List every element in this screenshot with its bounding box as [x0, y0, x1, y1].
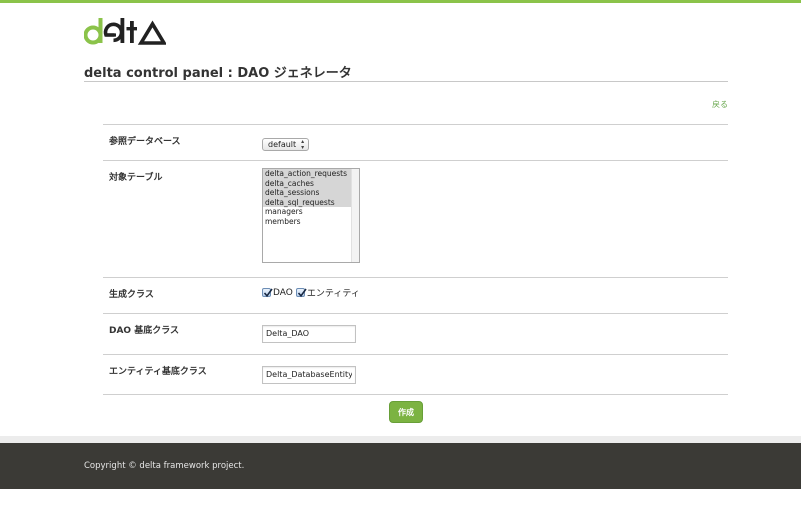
list-item[interactable]: delta_caches — [263, 178, 352, 189]
form-row-tables: 対象テーブル delta_action_requests delta_cache… — [103, 160, 728, 277]
tables-listbox[interactable]: delta_action_requests delta_caches delta… — [262, 168, 360, 263]
form-row-entity-base-class: エンティティ基底クラス — [103, 354, 728, 394]
checkmark-icon — [297, 288, 307, 298]
footer-separator — [0, 436, 801, 443]
list-item[interactable]: members — [263, 217, 352, 227]
dao-base-class-input[interactable] — [262, 324, 356, 343]
title-divider — [84, 81, 728, 82]
generate-classes-checkboxes: DAO エンティティ — [262, 286, 363, 299]
tables-field: delta_action_requests delta_caches delta… — [262, 168, 360, 263]
form-bottom-divider — [103, 394, 728, 395]
checkmark-icon — [263, 288, 273, 298]
entity-base-class-field — [262, 362, 356, 384]
form-row-dao-base-class: DAO 基底クラス — [103, 313, 728, 354]
database-field: default ▴ ▾ — [262, 132, 310, 151]
list-item[interactable]: delta_sessions — [263, 188, 352, 198]
create-button[interactable]: 作成 — [389, 401, 423, 423]
footer-copyright: Copyright © delta framework project. — [84, 461, 245, 471]
generate-classes-label: 生成クラス — [109, 290, 154, 300]
dao-checkbox[interactable] — [262, 288, 273, 298]
delta-logo[interactable] — [84, 15, 166, 49]
dao-base-class-field — [262, 321, 356, 343]
listbox-scrollbar[interactable] — [351, 169, 359, 262]
dao-checkbox-label[interactable]: DAO — [273, 288, 293, 298]
database-select-value: default — [268, 140, 297, 149]
form-row-database: 参照データベース default ▴ ▾ — [103, 124, 728, 160]
back-link[interactable]: 戻る — [712, 99, 728, 110]
footer: Copyright © delta framework project. — [0, 443, 801, 489]
database-select[interactable]: default ▴ ▾ — [262, 137, 310, 151]
list-item[interactable]: managers — [263, 207, 352, 217]
list-item[interactable]: delta_sql_requests — [263, 197, 352, 208]
entity-checkbox[interactable] — [295, 288, 307, 298]
list-item[interactable]: delta_action_requests — [263, 169, 352, 179]
database-label: 参照データベース — [109, 137, 181, 147]
top-accent-bar — [0, 0, 801, 3]
entity-base-class-input[interactable] — [262, 365, 356, 384]
form-row-generate-classes: 生成クラス DAO エンティティ — [103, 277, 728, 313]
page-title: delta control panel : DAO ジェネレータ — [84, 66, 352, 81]
entity-checkbox-label[interactable]: エンティティ — [307, 286, 360, 299]
tables-label: 対象テーブル — [109, 173, 163, 183]
dao-base-class-label: DAO 基底クラス — [109, 326, 180, 336]
entity-base-class-label: エンティティ基底クラス — [109, 367, 207, 377]
select-arrows-icon: ▴ ▾ — [301, 137, 305, 151]
generate-classes-field: DAO エンティティ — [262, 286, 363, 299]
